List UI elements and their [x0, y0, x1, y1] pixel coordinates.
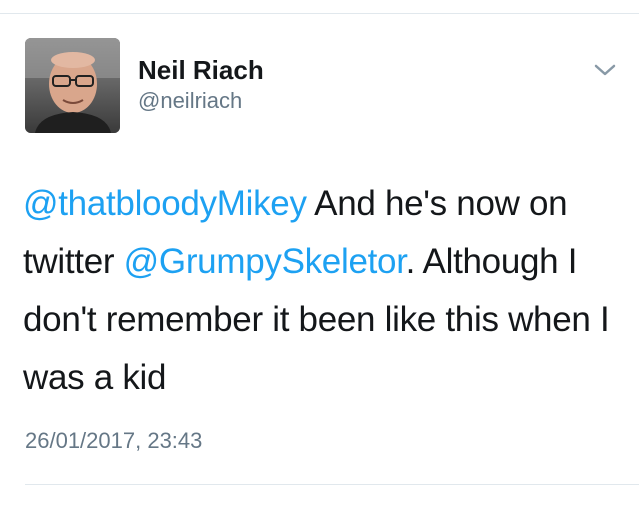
bottom-divider — [25, 484, 639, 485]
tweet-text: @thatbloodyMikey And he's now on twitter… — [23, 175, 613, 407]
top-divider — [0, 0, 639, 14]
chevron-down-icon[interactable] — [592, 61, 618, 79]
mention-link[interactable]: @thatbloodyMikey — [23, 184, 307, 223]
author-name[interactable]: Neil Riach — [138, 56, 264, 84]
avatar-image — [25, 38, 120, 133]
avatar[interactable] — [25, 38, 120, 133]
author-handle[interactable]: @neilriach — [138, 88, 242, 114]
tweet-timestamp[interactable]: 26/01/2017, 23:43 — [25, 428, 202, 454]
mention-link[interactable]: @GrumpySkeletor — [124, 242, 406, 281]
